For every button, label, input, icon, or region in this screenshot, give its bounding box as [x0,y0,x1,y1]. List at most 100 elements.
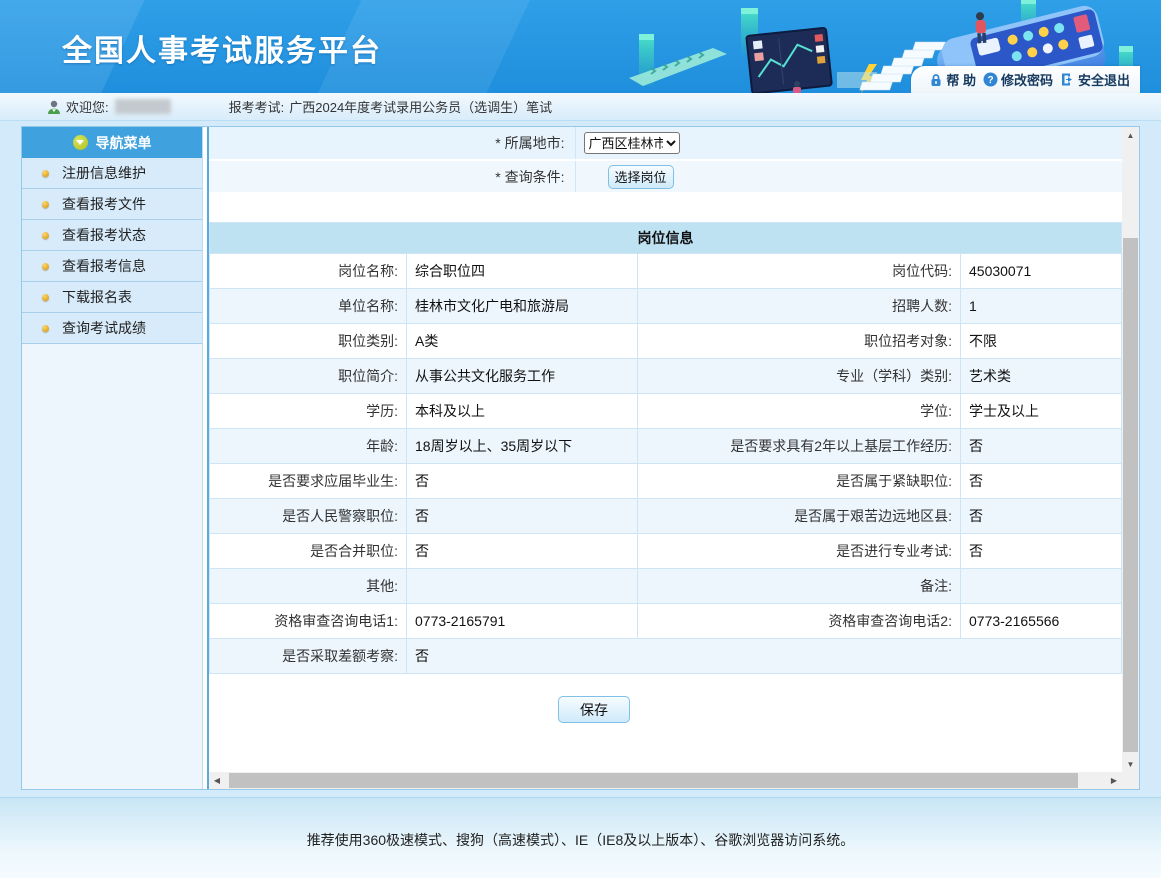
scroll-down-icon[interactable]: ▼ [1122,756,1139,772]
table-title: 岗位信息 [210,223,1122,254]
city-select[interactable]: 广西区桂林市 [584,132,680,154]
field-label: 职位招考对象: [638,324,961,359]
sidebar-item[interactable]: 查看报考文件 [22,189,202,220]
table-row: 其他: 备注: [210,569,1122,604]
logout-link[interactable]: 安全退出 [1060,70,1130,89]
field-value: 否 [407,534,638,569]
field-value: 否 [961,464,1122,499]
field-label: 学位: [638,394,961,429]
field-value: 0773-2165566 [961,604,1122,639]
vertical-scrollbar[interactable]: ▲ ▼ [1122,127,1139,772]
field-label: 岗位名称: [210,254,407,289]
field-label: 是否属于紧缺职位: [638,464,961,499]
sidebar-item-label: 注册信息维护 [62,163,146,183]
sidebar: 导航菜单 注册信息维护查看报考文件查看报考状态查看报考信息下载报名表查询考试成绩 [22,127,203,789]
table-row: 是否要求应届毕业生:否是否属于紧缺职位:否 [210,464,1122,499]
nav-menu-header[interactable]: 导航菜单 [22,127,202,158]
field-value: 艺术类 [961,359,1122,394]
field-value: 0773-2165791 [407,604,638,639]
field-value: 否 [407,464,638,499]
welcome-bar: 欢迎您: 报考考试: 广西2024年度考试录用公务员（选调生）笔试 [0,93,1161,121]
field-value: 不限 [961,324,1122,359]
table-row: 单位名称:桂林市文化广电和旅游局招聘人数:1 [210,289,1122,324]
question-icon: ? [983,72,998,87]
field-label: 备注: [638,569,961,604]
help-link[interactable]: 帮 助 [929,70,976,89]
field-label: 单位名称: [210,289,407,324]
sidebar-spacer [22,344,202,789]
field-label: 是否要求具有2年以上基层工作经历: [638,429,961,464]
lock-icon [929,73,943,87]
field-value: 否 [961,499,1122,534]
save-button[interactable]: 保存 [558,696,630,723]
select-position-button[interactable]: 选择岗位 [608,165,674,189]
sidebar-item-label: 查看报考文件 [62,194,146,214]
field-label: 资格审查咨询电话2: [638,604,961,639]
exam-name: 广西2024年度考试录用公务员（选调生）笔试 [289,97,552,116]
main-panel: 导航菜单 注册信息维护查看报考文件查看报考状态查看报考信息下载报名表查询考试成绩… [21,126,1140,790]
user-avatar-icon [46,99,62,115]
field-label: 其他: [210,569,407,604]
sidebar-item[interactable]: 查询考试成绩 [22,313,202,344]
exam-label: 报考考试: [229,97,285,116]
field-label: 职位简介: [210,359,407,394]
nav-menu-title: 导航菜单 [96,133,152,153]
sidebar-item-label: 下载报名表 [62,287,132,307]
horizontal-scroll-track[interactable] [225,772,1106,789]
field-label: 专业（学科）类别: [638,359,961,394]
position-info-table: 岗位信息 岗位名称:综合职位四岗位代码:45030071单位名称:桂林市文化广电… [209,222,1122,674]
field-label: 是否合并职位: [210,534,407,569]
page-footer: 推荐使用360极速模式、搜狗（高速模式）、IE（IE8及以上版本）、谷歌浏览器访… [0,797,1161,878]
bullet-icon [42,170,49,177]
sidebar-item-label: 查询考试成绩 [62,318,146,338]
user-name-redacted [115,99,171,114]
scrollbar-corner [1122,772,1139,789]
table-row: 职位简介:从事公共文化服务工作专业（学科）类别:艺术类 [210,359,1122,394]
change-password-link[interactable]: ? 修改密码 [983,70,1053,89]
table-row: 是否人民警察职位:否是否属于艰苦边远地区县:否 [210,499,1122,534]
field-value: 18周岁以上、35周岁以下 [407,429,638,464]
form-row-query: * 查询条件: 选择岗位 [209,160,1122,193]
scroll-left-icon[interactable]: ◀ [209,772,225,789]
table-row: 资格审查咨询电话1:0773-2165791资格审查咨询电话2:0773-216… [210,604,1122,639]
field-label: 是否采取差额考察: [210,639,407,674]
scroll-right-icon[interactable]: ▶ [1106,772,1122,789]
bullet-icon [42,325,49,332]
table-row: 学历:本科及以上学位:学士及以上 [210,394,1122,429]
field-label: 职位类别: [210,324,407,359]
sidebar-item[interactable]: 查看报考信息 [22,251,202,282]
field-value: A类 [407,324,638,359]
table-row: 年龄:18周岁以上、35周岁以下是否要求具有2年以上基层工作经历:否 [210,429,1122,464]
scroll-up-icon[interactable]: ▲ [1122,127,1139,143]
utility-bar: 帮 助 ? 修改密码 安全退出 [911,66,1140,93]
field-value: 45030071 [961,254,1122,289]
sidebar-item[interactable]: 注册信息维护 [22,158,202,189]
field-value [407,569,638,604]
field-label: 招聘人数: [638,289,961,324]
horizontal-scrollbar[interactable]: ◀ ▶ [209,772,1122,789]
sidebar-item[interactable]: 下载报名表 [22,282,202,313]
bullet-icon [42,263,49,270]
field-value: 否 [961,429,1122,464]
sidebar-item-label: 查看报考状态 [62,225,146,245]
page-title: 全国人事考试服务平台 [62,26,382,70]
field-label: 是否人民警察职位: [210,499,407,534]
city-label: * 所属地市: [209,127,575,160]
field-value: 1 [961,289,1122,324]
vertical-scroll-track[interactable] [1122,143,1139,756]
field-label: 是否进行专业考试: [638,534,961,569]
field-label: 是否要求应届毕业生: [210,464,407,499]
bullet-icon [42,294,49,301]
form-row-city: * 所属地市: 广西区桂林市 [209,127,1122,160]
field-value: 否 [407,639,1122,674]
nav-collapse-icon [73,135,88,150]
sidebar-item[interactable]: 查看报考状态 [22,220,202,251]
vertical-scroll-thumb[interactable] [1123,238,1138,752]
table-row: 职位类别:A类职位招考对象:不限 [210,324,1122,359]
query-label: * 查询条件: [209,160,575,193]
field-value: 本科及以上 [407,394,638,429]
sidebar-item-label: 查看报考信息 [62,256,146,276]
horizontal-scroll-thumb[interactable] [229,773,1078,788]
welcome-greeting: 欢迎您: [66,97,109,116]
bullet-icon [42,232,49,239]
